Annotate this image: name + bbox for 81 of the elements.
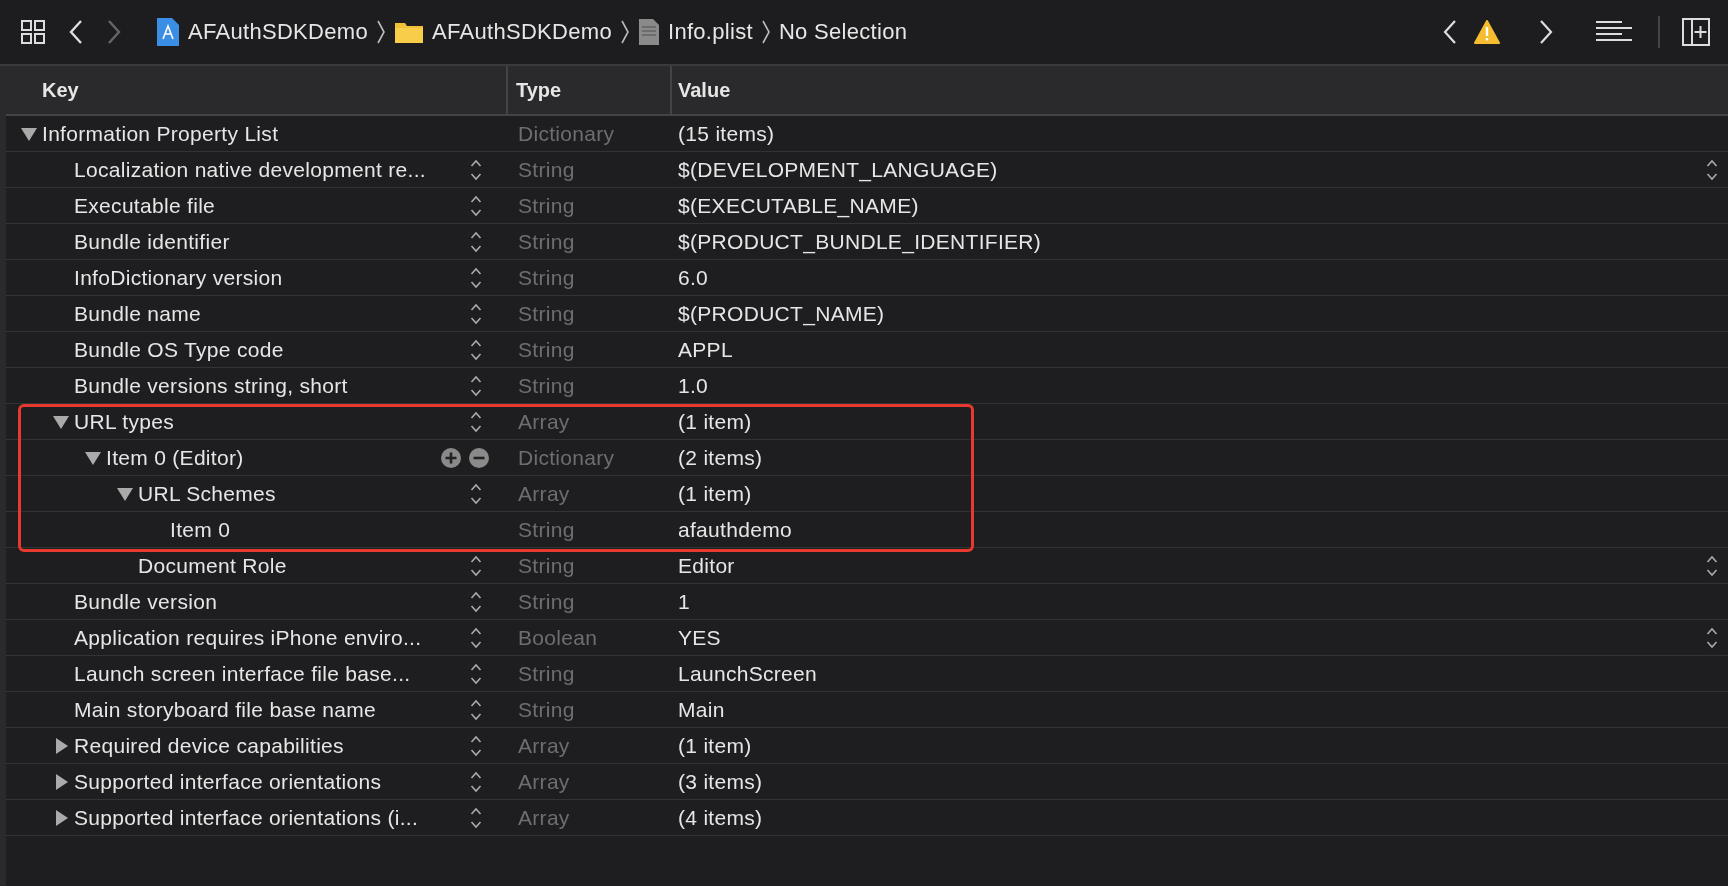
stepper-icon[interactable]: [470, 301, 482, 326]
key-text[interactable]: Bundle identifier: [74, 229, 230, 254]
stepper-icon[interactable]: [1706, 625, 1718, 650]
key-text[interactable]: Supported interface orientations (i...: [74, 805, 419, 830]
breadcrumb[interactable]: Info.plist: [667, 19, 753, 45]
key-text[interactable]: InfoDictionary version: [74, 265, 283, 290]
column-header[interactable]: Key: [6, 66, 506, 114]
stepper-icon[interactable]: [470, 157, 482, 182]
previous-issue-icon[interactable]: [1442, 19, 1458, 45]
grid-icon[interactable]: [20, 19, 46, 45]
stepper-icon[interactable]: [470, 481, 482, 506]
stepper-icon[interactable]: [470, 589, 482, 614]
add-editor-icon[interactable]: [1682, 18, 1710, 46]
back-icon[interactable]: [68, 19, 84, 45]
app-file-icon: [156, 17, 180, 47]
add-icon[interactable]: [440, 446, 462, 469]
value-text[interactable]: YES: [678, 625, 721, 650]
breadcrumb[interactable]: No Selection: [778, 19, 908, 45]
stepper-icon[interactable]: [470, 553, 482, 578]
stepper-icon[interactable]: [470, 733, 482, 758]
value-text[interactable]: afauthdemo: [678, 517, 792, 542]
value-text[interactable]: (1 item): [678, 409, 752, 434]
key-text[interactable]: Bundle name: [74, 301, 202, 326]
key-text[interactable]: Item 0: [170, 517, 231, 542]
warning-icon[interactable]: [1474, 20, 1500, 44]
chevron-icon: [619, 19, 630, 45]
stepper-icon[interactable]: [470, 661, 482, 686]
key-text[interactable]: Application requires iPhone enviro...: [74, 625, 422, 650]
key-text[interactable]: Bundle OS Type code: [74, 337, 284, 362]
value-text[interactable]: 1.0: [678, 373, 709, 398]
stepper-icon[interactable]: [1706, 157, 1718, 182]
stepper-icon[interactable]: [470, 193, 482, 218]
key-text[interactable]: Bundle versions string, short: [74, 373, 348, 398]
value-text[interactable]: $(EXECUTABLE_NAME): [678, 193, 919, 218]
value-text[interactable]: 6.0: [678, 265, 709, 290]
value-text[interactable]: Main: [678, 697, 725, 722]
key-text[interactable]: Supported interface orientations: [74, 769, 382, 794]
chevron-icon: [376, 19, 386, 45]
value-text[interactable]: Editor: [678, 553, 735, 578]
key-text[interactable]: Launch screen interface file base...: [74, 661, 411, 686]
next-issue-icon[interactable]: [1538, 19, 1554, 45]
key-text[interactable]: Bundle version: [74, 589, 218, 614]
remove-icon[interactable]: [468, 446, 490, 469]
value-text[interactable]: $(DEVELOPMENT_LANGUAGE): [678, 157, 998, 182]
stepper-icon[interactable]: [1706, 553, 1718, 578]
stepper-icon[interactable]: [470, 625, 482, 650]
value-text[interactable]: (1 item): [678, 481, 752, 506]
value-text[interactable]: $(PRODUCT_NAME): [678, 301, 885, 326]
key-text[interactable]: Required device capabilities: [74, 733, 344, 758]
value-text[interactable]: (1 item): [678, 733, 752, 758]
stepper-icon[interactable]: [470, 373, 482, 398]
value-text[interactable]: (3 items): [678, 769, 763, 794]
stepper-icon[interactable]: [470, 805, 482, 830]
stepper-icon[interactable]: [470, 769, 482, 794]
key-text[interactable]: URL types: [74, 409, 174, 434]
chevron-icon: [760, 19, 771, 45]
breadcrumb[interactable]: AFAuthSDKDemo: [432, 19, 612, 45]
key-text[interactable]: Localization native development re...: [74, 157, 426, 182]
value-text[interactable]: (2 items): [678, 445, 763, 470]
key-text[interactable]: Main storyboard file base name: [74, 697, 376, 722]
key-text[interactable]: Executable file: [74, 193, 216, 218]
column-header[interactable]: Value: [670, 66, 731, 114]
folder-icon: [394, 20, 424, 44]
stepper-icon[interactable]: [470, 229, 482, 254]
value-text[interactable]: (15 items): [678, 121, 775, 146]
stepper-icon[interactable]: [470, 337, 482, 362]
key-text[interactable]: URL Schemes: [138, 481, 276, 506]
column-header[interactable]: Type: [506, 66, 670, 114]
value-text[interactable]: LaunchScreen: [678, 661, 818, 686]
key-text[interactable]: Item 0 (Editor): [106, 445, 244, 470]
value-text[interactable]: (4 items): [678, 805, 763, 830]
value-text[interactable]: $(PRODUCT_BUNDLE_IDENTIFIER): [678, 229, 1042, 254]
value-text[interactable]: APPL: [678, 337, 733, 362]
stepper-icon[interactable]: [470, 265, 482, 290]
stepper-icon[interactable]: [470, 409, 482, 434]
key-text[interactable]: Information Property List: [42, 121, 279, 146]
key-text[interactable]: Document Role: [138, 553, 287, 578]
document-icon: [637, 18, 660, 46]
stepper-icon[interactable]: [470, 697, 482, 722]
value-text[interactable]: 1: [678, 589, 690, 614]
breadcrumb[interactable]: AFAuthSDKDemo: [188, 19, 368, 45]
